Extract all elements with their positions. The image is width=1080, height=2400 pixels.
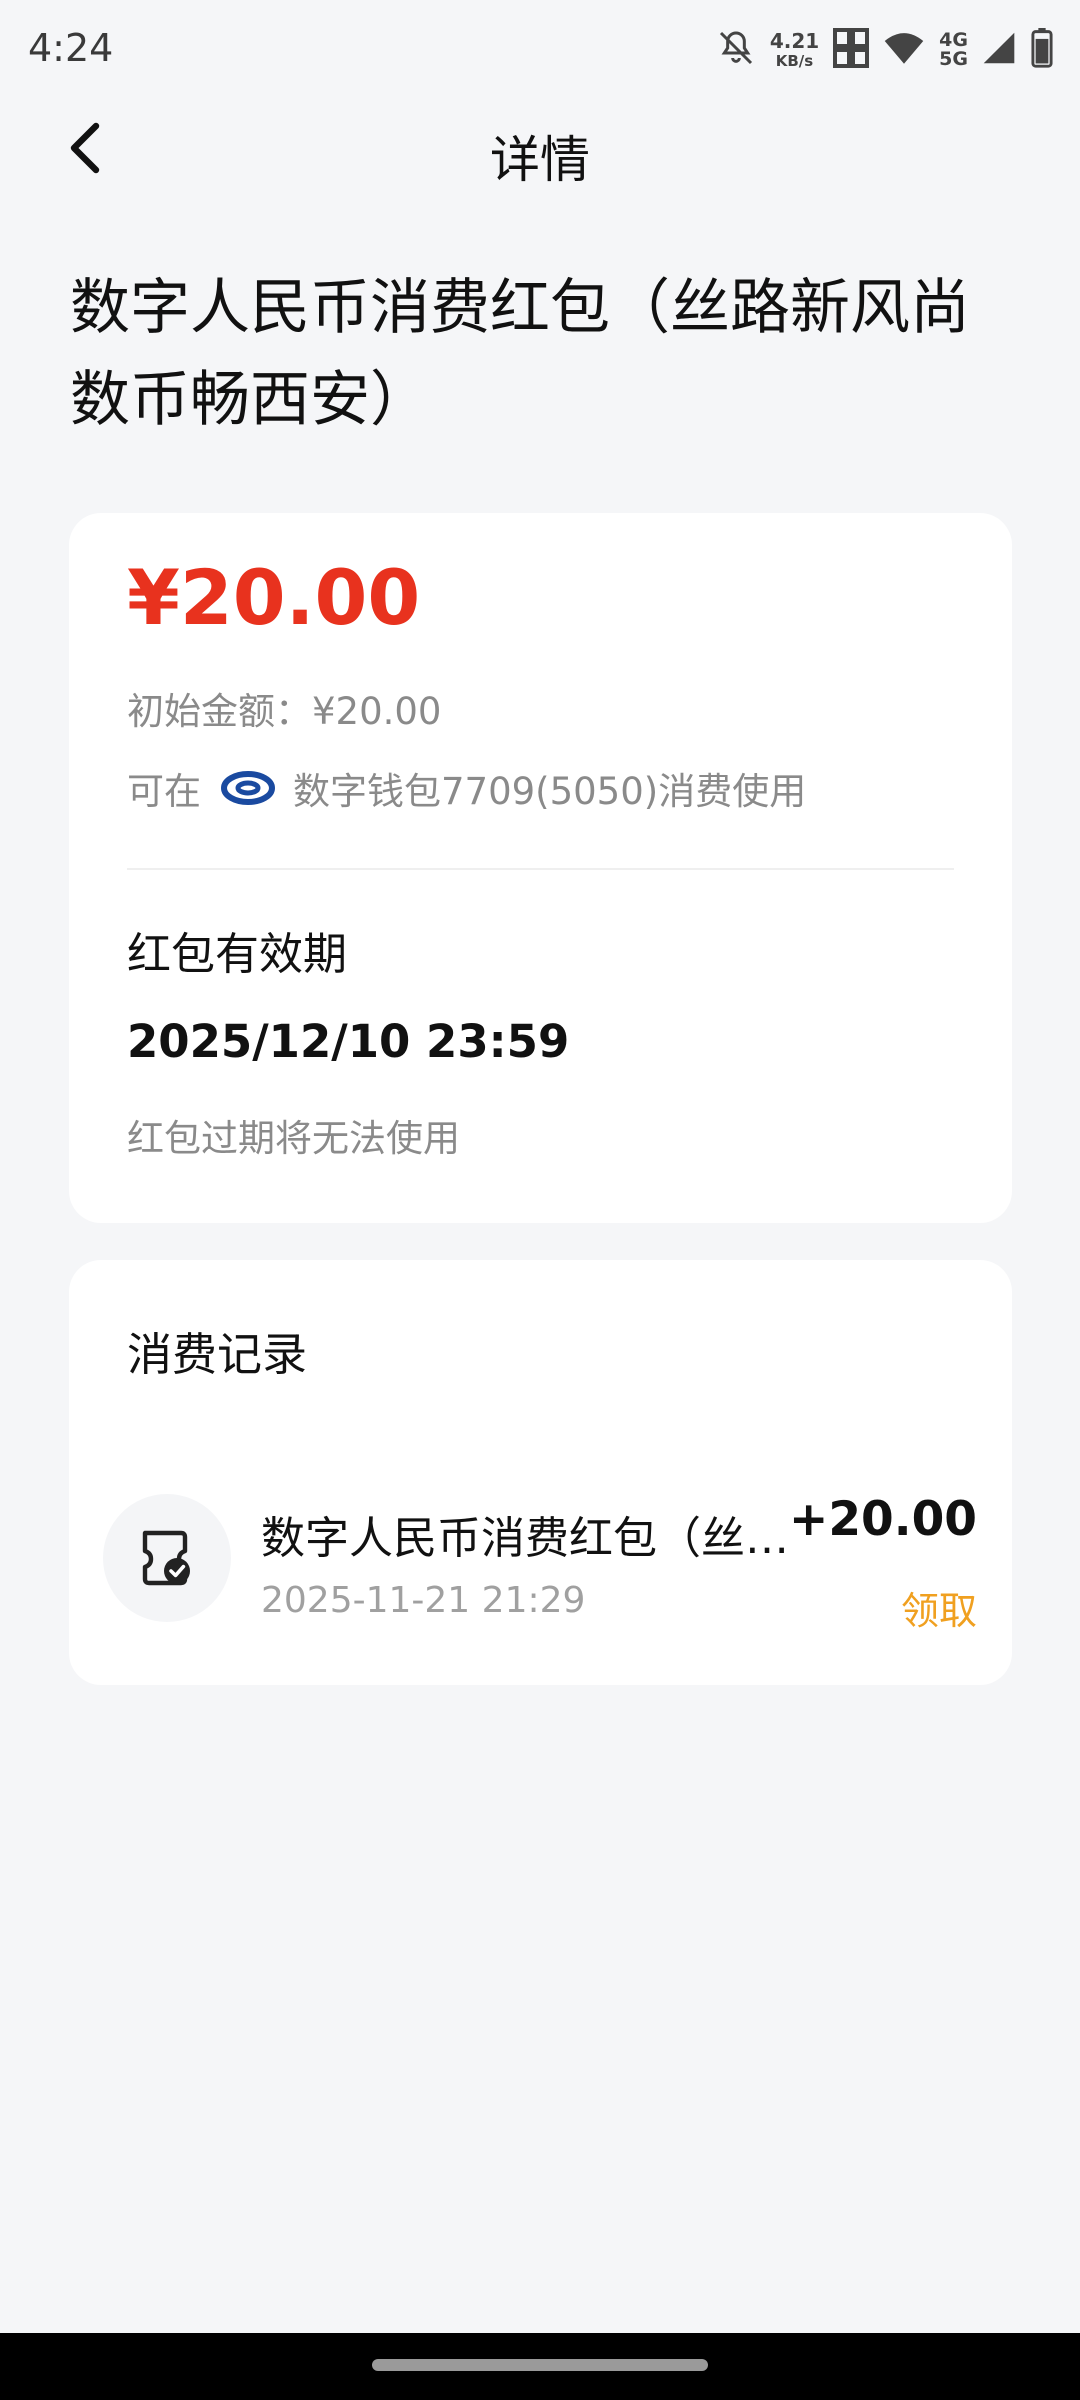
validity-note: 红包过期将无法使用 (127, 1117, 460, 1160)
net-speed: 4.21 KB/s (770, 31, 819, 69)
status-bar: 4:24 4.21 KB/s 4G 5G (0, 0, 1080, 100)
record-name: 数字人民币消费红包（丝路新风尚数币畅西安） (261, 1513, 826, 1564)
record-time: 2025-11-21 21:29 (261, 1580, 586, 1621)
usable-wallet: 数字钱包7709(5050)消费使用 (293, 770, 807, 813)
status-time: 4:24 (28, 26, 114, 70)
home-gesture-handle[interactable] (372, 2359, 708, 2371)
divider (127, 868, 954, 870)
validity-date: 2025/12/10 23:59 (127, 1015, 570, 1068)
records-title: 消费记录 (127, 1328, 308, 1381)
page-title: 数字人民币消费红包（丝路新风尚数币畅西安） (70, 273, 970, 435)
battery-icon (1030, 28, 1054, 72)
top-app-bar: 详情 (0, 100, 1080, 200)
record-amount: +20.00 (788, 1492, 977, 1547)
red-packet-summary-card: ¥20.00 初始金额：¥20.00 可在 数字钱包7709(5050)消费使用… (69, 513, 1012, 1223)
net-speed-value: 4.21 (769, 29, 820, 53)
page-header-title: 详情 (490, 131, 590, 189)
wifi-icon (883, 30, 925, 70)
voucher-check-icon (103, 1494, 231, 1622)
record-status: 领取 (900, 1589, 977, 1633)
bell-off-icon (716, 28, 756, 72)
usable-prefix: 可在 (127, 770, 201, 813)
validity-label: 红包有效期 (127, 929, 347, 980)
net-speed-unit: KB/s (775, 52, 814, 70)
list-item[interactable]: 数字人民币消费红包（丝路新风尚数币畅西安） +20.00 2025-11-21 … (69, 1480, 1012, 1633)
status-icons: 4.21 KB/s 4G 5G (716, 26, 1054, 74)
signal-icon (982, 30, 1016, 70)
consumption-records-card: 消费记录 数字人民币消费红包（丝路新风尚数币畅西安） +20.00 2025-1… (69, 1260, 1012, 1685)
network-type-bottom: 5G (939, 48, 968, 70)
network-type: 4G 5G (939, 31, 968, 69)
initial-amount: 初始金额：¥20.00 (127, 690, 442, 733)
system-nav-bar (0, 2333, 1080, 2400)
usable-wallet-row: 可在 数字钱包7709(5050)消费使用 (127, 763, 806, 813)
balance-amount: ¥20.00 (127, 553, 421, 642)
bank-logo-icon (221, 770, 275, 806)
sim-icon (833, 28, 870, 72)
